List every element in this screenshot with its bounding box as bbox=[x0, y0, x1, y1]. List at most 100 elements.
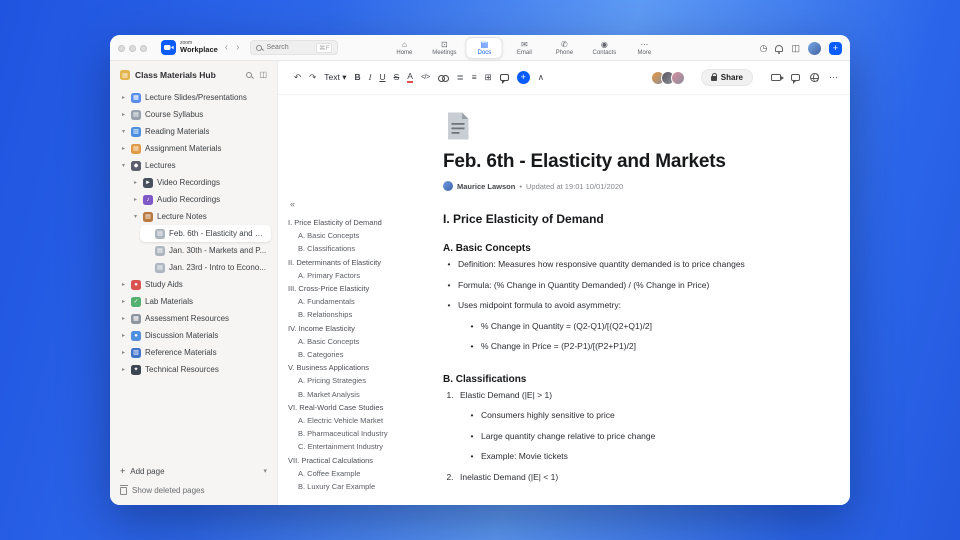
sidebar-item[interactable]: ▸ ● Discussion Materials bbox=[116, 327, 271, 344]
more-icon[interactable]: ⋯ bbox=[829, 73, 838, 82]
outline-item[interactable]: A. Basic Concepts bbox=[288, 335, 422, 348]
sidebar-item[interactable]: ▾ ▤ Lecture Notes bbox=[128, 208, 271, 225]
sidebar-item[interactable]: ▤ Jan. 23rd - Intro to Econo... bbox=[140, 259, 271, 276]
chevron-down-icon[interactable]: ▾ bbox=[263, 467, 267, 475]
sidebar-item[interactable]: ▸ ► Video Recordings bbox=[128, 174, 271, 191]
sidebar-item[interactable]: ▸ ▥ Reference Materials bbox=[116, 344, 271, 361]
chevron-right-icon[interactable]: ▸ bbox=[132, 196, 139, 203]
chevron-right-icon[interactable]: ▸ bbox=[120, 94, 127, 101]
outline-item[interactable]: A. Fundamentals bbox=[288, 295, 422, 308]
sidebar-item[interactable]: ▸ ▤ Assignment Materials bbox=[116, 140, 271, 157]
sidebar-item[interactable]: ▸ ● Study Aids bbox=[116, 276, 271, 293]
sidebar-item[interactable]: ▸ ✦ Technical Resources bbox=[116, 361, 271, 378]
chevron-right-icon[interactable]: ▸ bbox=[120, 366, 127, 373]
align-icon[interactable]: ≡ bbox=[472, 73, 477, 82]
outline-item[interactable]: B. Pharmaceutical Industry bbox=[288, 427, 422, 440]
italic-icon[interactable]: I bbox=[369, 73, 372, 82]
collapse-sidebar-icon[interactable]: ◫ bbox=[259, 71, 267, 79]
chevron-right-icon[interactable]: ▸ bbox=[132, 179, 139, 186]
doc-bullet-item[interactable]: • Formula: (% Change in Quantity Demanded… bbox=[446, 275, 805, 296]
tab-contacts[interactable]: ◉ Contacts bbox=[586, 38, 623, 58]
notifications-icon[interactable] bbox=[775, 44, 784, 54]
chevron-right-icon[interactable]: ▸ bbox=[120, 281, 127, 288]
back-button[interactable]: ‹ bbox=[224, 42, 229, 53]
chevron-right-icon[interactable]: ▸ bbox=[120, 349, 127, 356]
profile-avatar[interactable] bbox=[808, 41, 821, 55]
underline-icon[interactable]: U bbox=[379, 73, 385, 82]
doc-bullet-item[interactable]: • Large quantity change relative to price… bbox=[469, 426, 805, 447]
close-window-button[interactable] bbox=[118, 44, 125, 52]
video-icon[interactable] bbox=[771, 74, 784, 81]
insert-icon[interactable]: + bbox=[516, 71, 530, 84]
collaborator-avatar[interactable] bbox=[670, 70, 685, 85]
outline-item[interactable]: C. Entertainment Industry bbox=[288, 440, 422, 453]
add-page-button[interactable]: + Add page ▾ bbox=[120, 466, 267, 476]
undo-icon[interactable]: ↶ bbox=[294, 73, 301, 82]
sidebar-item[interactable]: ▾ ◆ Lectures bbox=[116, 157, 271, 174]
doc-numbered-item[interactable]: 2. Inelastic Demand (|E| < 1) bbox=[446, 467, 805, 488]
search-input[interactable] bbox=[266, 44, 307, 51]
sidebar-search-icon[interactable] bbox=[246, 72, 253, 78]
sidebar-item[interactable]: ▸ ▤ Course Syllabus bbox=[116, 106, 271, 123]
collapse-outline-icon[interactable]: « bbox=[288, 199, 422, 209]
outline-item[interactable]: II. Determinants of Elasticity bbox=[288, 256, 422, 269]
forward-button[interactable]: › bbox=[235, 42, 240, 53]
show-deleted-pages-button[interactable]: Show deleted pages bbox=[119, 485, 267, 495]
strikethrough-icon[interactable]: S bbox=[394, 73, 400, 82]
chevron-down-icon[interactable]: ▾ bbox=[120, 162, 127, 169]
zoom-window-button[interactable] bbox=[140, 44, 147, 52]
redo-icon[interactable]: ↷ bbox=[309, 73, 316, 82]
sidebar-item[interactable]: ▤ Jan. 30th - Markets and P... bbox=[140, 242, 271, 259]
panel-icon[interactable]: ◫ bbox=[791, 43, 800, 53]
doc-numbered-item[interactable]: 1. Elastic Demand (|E| > 1) bbox=[446, 385, 805, 406]
tab-docs[interactable]: ▤ Docs bbox=[465, 37, 503, 59]
outline-item[interactable]: B. Classifications bbox=[288, 242, 422, 255]
comment-icon[interactable] bbox=[499, 74, 509, 84]
doc-title[interactable]: Feb. 6th - Elasticity and Markets bbox=[443, 151, 805, 173]
doc-bullet-item[interactable]: • Consumers highly sensitive to price bbox=[469, 405, 805, 426]
outline-item[interactable]: A. Pricing Strategies bbox=[288, 374, 422, 387]
tab-phone[interactable]: ✆ Phone bbox=[546, 38, 583, 58]
share-button[interactable]: Share bbox=[700, 69, 753, 86]
chevron-down-icon[interactable]: ▾ bbox=[120, 128, 127, 135]
tab-meetings[interactable]: ⊡ Meetings bbox=[426, 38, 463, 58]
sidebar-item[interactable]: ▸ ♪ Audio Recordings bbox=[128, 191, 271, 208]
table-icon[interactable]: ⊞ bbox=[485, 73, 492, 82]
outline-item[interactable]: B. Luxury Car Example bbox=[288, 480, 422, 493]
doc-bullet-item[interactable]: • Example: Movie tickets bbox=[469, 446, 805, 467]
text-style-dropdown[interactable]: Text ▾ bbox=[324, 73, 346, 82]
code-icon[interactable]: </> bbox=[421, 74, 430, 81]
tab-email[interactable]: ✉ Email bbox=[506, 38, 543, 58]
sidebar-item[interactable]: ▸ ▦ Lecture Slides/Presentations bbox=[116, 89, 271, 106]
chevron-right-icon[interactable]: ▸ bbox=[120, 315, 127, 322]
doc-bullet-item[interactable]: • % Change in Quantity = (Q2-Q1)/[(Q2+Q1)… bbox=[469, 316, 805, 337]
chevron-right-icon[interactable]: ▸ bbox=[120, 145, 127, 152]
chevron-right-icon[interactable]: ▸ bbox=[120, 332, 127, 339]
outline-item[interactable]: A. Primary Factors bbox=[288, 269, 422, 282]
sidebar-item[interactable]: ▸ ▦ Assessment Resources bbox=[116, 310, 271, 327]
bold-icon[interactable]: B bbox=[354, 73, 360, 82]
outline-item[interactable]: B. Market Analysis bbox=[288, 388, 422, 401]
outline-item[interactable]: VII. Practical Calculations bbox=[288, 454, 422, 467]
language-icon[interactable] bbox=[810, 73, 819, 82]
tab-home[interactable]: ⌂ Home bbox=[386, 38, 423, 58]
outline-item[interactable]: V. Business Applications bbox=[288, 361, 422, 374]
chat-icon[interactable] bbox=[791, 74, 800, 84]
recent-icon[interactable]: ◷ bbox=[760, 43, 768, 53]
outline-item[interactable]: VI. Real-World Case Studies bbox=[288, 401, 422, 414]
chevron-down-icon[interactable]: ▾ bbox=[132, 213, 139, 220]
doc-bullet-item[interactable]: • Uses midpoint formula to avoid asymmetr… bbox=[446, 295, 805, 316]
sidebar-item[interactable]: ▤ Feb. 6th - Elasticity and M... bbox=[140, 225, 271, 242]
chevron-right-icon[interactable]: ▸ bbox=[120, 111, 127, 118]
sidebar-item[interactable]: ▸ ✓ Lab Materials bbox=[116, 293, 271, 310]
list-icon[interactable]: ≣ bbox=[457, 73, 464, 82]
outline-item[interactable]: A. Electric Vehicle Market bbox=[288, 414, 422, 427]
sidebar-item[interactable]: ▾ ▥ Reading Materials bbox=[116, 123, 271, 140]
minimize-window-button[interactable] bbox=[129, 44, 136, 52]
outline-item[interactable]: A. Coffee Example bbox=[288, 467, 422, 480]
outline-item[interactable]: I. Price Elasticity of Demand bbox=[288, 216, 422, 229]
outline-item[interactable]: III. Cross-Price Elasticity bbox=[288, 282, 422, 295]
doc-bullet-item[interactable]: • Definition: Measures how responsive qua… bbox=[446, 254, 805, 275]
new-button[interactable]: + bbox=[829, 41, 842, 55]
global-search[interactable]: ⌘F bbox=[250, 40, 339, 55]
